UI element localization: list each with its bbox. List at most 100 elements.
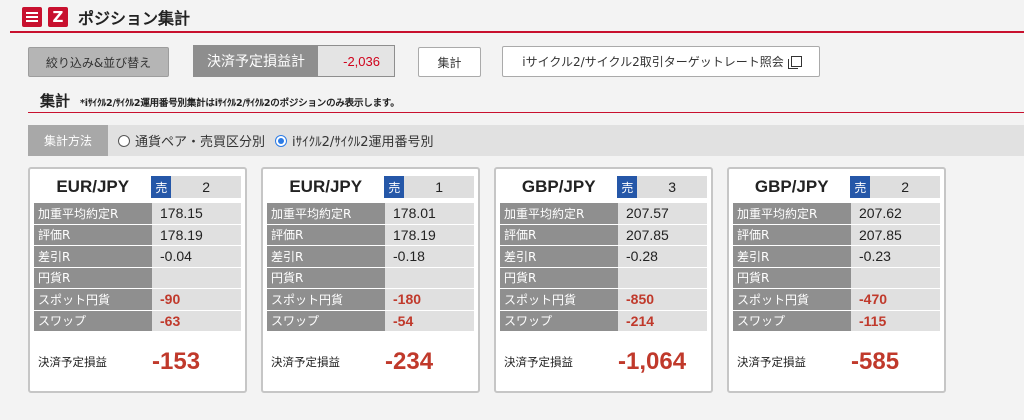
card-header: EUR/JPY 売 1 xyxy=(267,174,474,200)
row-label: 円貨R xyxy=(733,267,851,288)
row-label: 加重平均約定R xyxy=(500,203,618,224)
section-divider xyxy=(28,112,1024,113)
title-divider xyxy=(10,31,1024,33)
row-value: 207.62 xyxy=(851,203,940,224)
row-label: スワップ xyxy=(267,310,385,331)
row-value: -0.04 xyxy=(152,246,241,267)
pnl-summary-value: -2,036 xyxy=(318,46,394,76)
title-bar: Z ポジション集計 xyxy=(22,4,190,30)
row-label: スポット円貨 xyxy=(34,289,152,310)
row-value: 178.19 xyxy=(152,224,241,245)
row-label: 円貨R xyxy=(34,267,152,288)
row-label: スポット円貨 xyxy=(500,289,618,310)
aggregate-button[interactable]: 集計 xyxy=(418,47,481,77)
row-label: 差引R xyxy=(500,246,618,267)
position-summary-page: Z ポジション集計 絞り込み&並び替え 決済予定損益計 -2,036 集計 iサ… xyxy=(0,0,1024,420)
position-card: GBP/JPY 売 2 加重平均約定R 207.62 評価R 207.85 差引R -… xyxy=(727,167,946,393)
row-label: 評価R xyxy=(733,224,851,245)
row-label: 円貨R xyxy=(500,267,618,288)
row-value: 207.57 xyxy=(618,203,707,224)
menu-icon[interactable] xyxy=(22,7,42,27)
row-eval-rate: 評価R 178.19 xyxy=(34,224,241,246)
row-value: -0.18 xyxy=(385,246,474,267)
row-label: 加重平均約定R xyxy=(733,203,851,224)
row-value: 178.01 xyxy=(385,203,474,224)
method-option-cycle-number[interactable]: iｻｲｸﾙ2/ｻｲｸﾙ2運用番号別 xyxy=(275,131,434,150)
position-cards: EUR/JPY 売 2 加重平均約定R 178.15 評価R 178.19 差引R -… xyxy=(28,167,946,393)
row-label: スワップ xyxy=(34,310,152,331)
row-value: -470 xyxy=(851,289,940,310)
row-label: スワップ xyxy=(500,310,618,331)
row-diff-rate: 差引R -0.04 xyxy=(34,246,241,268)
total-label: 決済予定損益 xyxy=(271,355,340,369)
radio-icon[interactable] xyxy=(118,134,130,147)
row-label: 差引R xyxy=(733,246,851,267)
row-diff-rate: 差引R -0.18 xyxy=(267,246,474,268)
row-swap: スワップ -214 xyxy=(500,310,707,332)
row-spot-jpy: スポット円貨 -180 xyxy=(267,289,474,311)
sell-badge: 売 xyxy=(850,176,871,198)
position-count: 1 xyxy=(404,176,474,198)
row-avg-rate: 加重平均約定R 207.57 xyxy=(500,203,707,225)
currency-pair: EUR/JPY xyxy=(289,177,363,196)
row-value: -214 xyxy=(618,310,707,331)
method-option-label: iｻｲｸﾙ2/ｻｲｸﾙ2運用番号別 xyxy=(292,135,434,150)
row-value xyxy=(851,267,940,288)
row-label: 差引R xyxy=(267,246,385,267)
row-label: 円貨R xyxy=(267,267,385,288)
card-total: 決済予定損益 -234 xyxy=(267,341,474,383)
row-value: -850 xyxy=(618,289,707,310)
row-value xyxy=(152,267,241,288)
row-swap: スワップ -54 xyxy=(267,310,474,332)
sell-badge: 売 xyxy=(617,176,638,198)
section-title: 集計 xyxy=(40,92,71,110)
row-value: -54 xyxy=(385,310,474,331)
row-value: -0.23 xyxy=(851,246,940,267)
card-header: EUR/JPY 売 2 xyxy=(34,174,241,200)
row-eval-rate: 評価R 178.19 xyxy=(267,224,474,246)
card-total: 決済予定損益 -585 xyxy=(733,341,940,383)
card-header: GBP/JPY 売 3 xyxy=(500,174,707,200)
row-eval-rate: 評価R 207.85 xyxy=(500,224,707,246)
row-avg-rate: 加重平均約定R 178.15 xyxy=(34,203,241,225)
filter-sort-button[interactable]: 絞り込み&並び替え xyxy=(28,47,169,77)
target-rate-button[interactable]: iサイクル2/サイクル2取引ターゲットレート照会 xyxy=(502,46,820,77)
row-diff-rate: 差引R -0.28 xyxy=(500,246,707,268)
total-label: 決済予定損益 xyxy=(38,355,107,369)
row-spot-jpy: スポット円貨 -850 xyxy=(500,289,707,311)
total-value: -585 xyxy=(851,348,900,375)
position-count: 2 xyxy=(870,176,940,198)
position-card: EUR/JPY 売 2 加重平均約定R 178.15 評価R 178.19 差引R -… xyxy=(28,167,247,393)
row-jpy-rate: 円貨R xyxy=(733,267,940,289)
row-label: 加重平均約定R xyxy=(34,203,152,224)
radio-selected-icon[interactable] xyxy=(275,134,288,147)
logo-icon: Z xyxy=(48,7,68,27)
total-value: -153 xyxy=(152,348,201,375)
position-count: 2 xyxy=(171,176,241,198)
page-title: ポジション集計 xyxy=(78,9,191,28)
row-label: 加重平均約定R xyxy=(267,203,385,224)
sell-badge: 売 xyxy=(151,176,172,198)
row-value: -0.28 xyxy=(618,246,707,267)
position-count: 3 xyxy=(637,176,707,198)
row-label: 差引R xyxy=(34,246,152,267)
section-heading: 集計 *iｻｲｸﾙ2/ｻｲｸﾙ2運用番号別集計はiｻｲｸﾙ2/ｻｲｸﾙ2のポジシ… xyxy=(40,90,400,111)
row-label: スポット円貨 xyxy=(267,289,385,310)
row-label: スポット円貨 xyxy=(733,289,851,310)
position-card: GBP/JPY 売 3 加重平均約定R 207.57 評価R 207.85 差引R -… xyxy=(494,167,713,393)
method-option-pair-side[interactable]: 通貨ペア・売買区分別 xyxy=(118,131,265,150)
method-option-label: 通貨ペア・売買区分別 xyxy=(135,135,266,150)
row-value: 178.19 xyxy=(385,224,474,245)
row-value: 207.85 xyxy=(851,224,940,245)
row-swap: スワップ -115 xyxy=(733,310,940,332)
row-eval-rate: 評価R 207.85 xyxy=(733,224,940,246)
total-label: 決済予定損益 xyxy=(737,355,806,369)
total-value: -1,064 xyxy=(618,348,687,375)
section-note: *iｻｲｸﾙ2/ｻｲｸﾙ2運用番号別集計はiｻｲｸﾙ2/ｻｲｸﾙ2のポジションの… xyxy=(80,98,400,109)
external-window-icon xyxy=(787,55,802,69)
pnl-summary-label: 決済予定損益計 xyxy=(194,46,318,76)
row-label: スワップ xyxy=(733,310,851,331)
target-rate-label: iサイクル2/サイクル2取引ターゲットレート照会 xyxy=(522,55,784,69)
currency-pair: EUR/JPY xyxy=(56,177,130,196)
card-header: GBP/JPY 売 2 xyxy=(733,174,940,200)
